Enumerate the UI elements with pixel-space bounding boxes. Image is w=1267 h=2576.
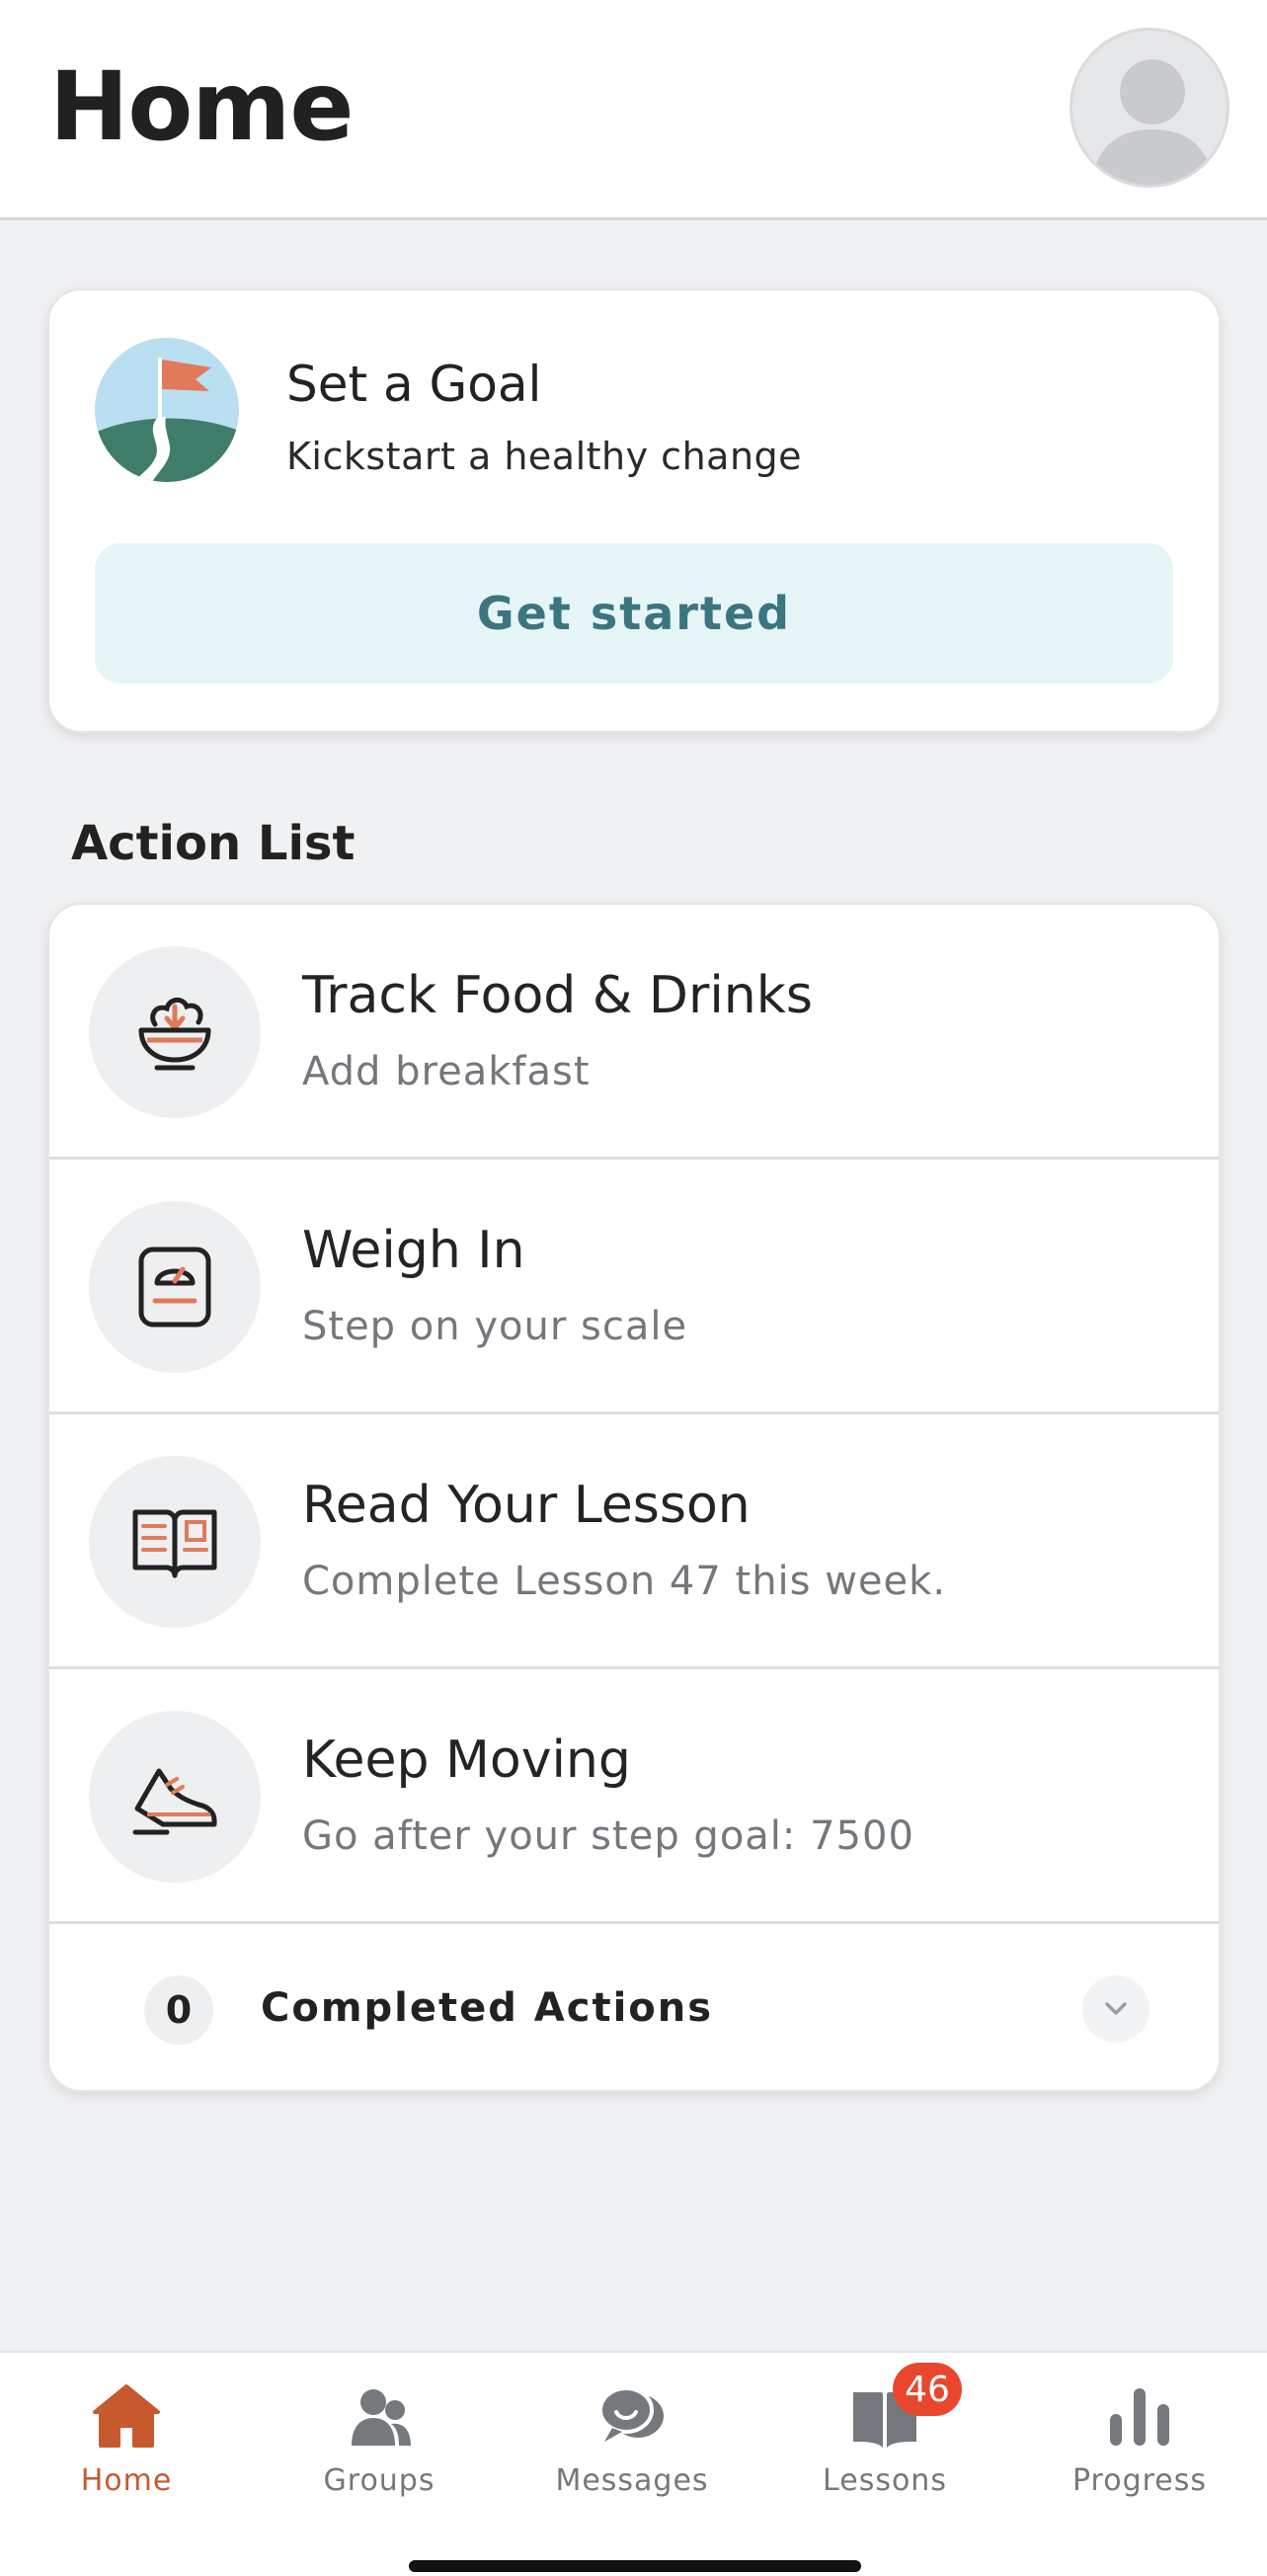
tab-label: Progress — [1071, 2463, 1208, 2498]
action-title: Keep Moving — [302, 1731, 631, 1790]
completed-count-badge: 0 — [144, 1975, 213, 2045]
goal-subtitle: Kickstart a healthy change — [286, 435, 803, 478]
completed-actions-label: Completed Actions — [261, 1985, 714, 2031]
header: Home — [0, 0, 1267, 220]
action-list-heading: Action List — [71, 816, 356, 871]
food-bowl-icon — [89, 946, 261, 1118]
action-subtitle: Go after your step goal: 7500 — [302, 1813, 914, 1859]
action-keep-moving[interactable]: Keep Moving Go after your step goal: 750… — [49, 1669, 1219, 1924]
tab-home[interactable]: Home — [0, 2353, 253, 2511]
action-title: Read Your Lesson — [302, 1476, 751, 1535]
action-subtitle: Add breakfast — [302, 1049, 591, 1094]
completed-actions-toggle[interactable]: 0 Completed Actions — [49, 1924, 1219, 2090]
action-track-food[interactable]: Track Food & Drinks Add breakfast — [49, 905, 1219, 1160]
action-subtitle: Complete Lesson 47 this week. — [302, 1559, 947, 1604]
sneaker-icon — [89, 1711, 261, 1883]
tab-label: Lessons — [823, 2463, 947, 2498]
progress-icon — [1090, 2376, 1189, 2455]
chevron-down-icon — [1105, 2002, 1127, 2015]
action-weigh-in[interactable]: Weigh In Step on your scale — [49, 1160, 1219, 1414]
action-list-card: Track Food & Drinks Add breakfast Weigh … — [47, 903, 1221, 2092]
get-started-button[interactable]: Get started — [95, 543, 1173, 684]
tab-messages[interactable]: Messages — [506, 2353, 758, 2511]
expand-completed-button[interactable] — [1082, 1975, 1149, 2043]
action-subtitle: Step on your scale — [302, 1304, 688, 1349]
tab-label: Home — [80, 2463, 173, 2498]
user-icon — [1090, 59, 1215, 185]
scale-icon — [89, 1201, 261, 1373]
avatar[interactable] — [1069, 28, 1229, 188]
tab-label: Groups — [323, 2463, 436, 2498]
groups-icon — [330, 2376, 429, 2455]
bottom-tab-bar: Home Groups Messages 46 Lessons Progress — [0, 2351, 1267, 2576]
goal-flag-icon — [95, 338, 239, 482]
home-icon — [77, 2376, 176, 2455]
set-goal-card: Set a Goal Kickstart a healthy change Ge… — [47, 288, 1221, 733]
page-title: Home — [49, 51, 354, 162]
tab-groups[interactable]: Groups — [253, 2353, 506, 2511]
tab-label: Messages — [555, 2463, 709, 2498]
tab-lessons[interactable]: 46 Lessons — [758, 2353, 1011, 2511]
goal-title: Set a Goal — [286, 356, 542, 413]
action-title: Track Food & Drinks — [302, 966, 813, 1025]
book-icon — [89, 1456, 261, 1628]
action-title: Weigh In — [302, 1221, 525, 1280]
messages-icon — [583, 2376, 681, 2455]
tab-progress[interactable]: Progress — [1013, 2353, 1266, 2511]
lessons-count-badge: 46 — [893, 2363, 962, 2416]
home-indicator — [409, 2560, 861, 2572]
action-read-lesson[interactable]: Read Your Lesson Complete Lesson 47 this… — [49, 1414, 1219, 1669]
